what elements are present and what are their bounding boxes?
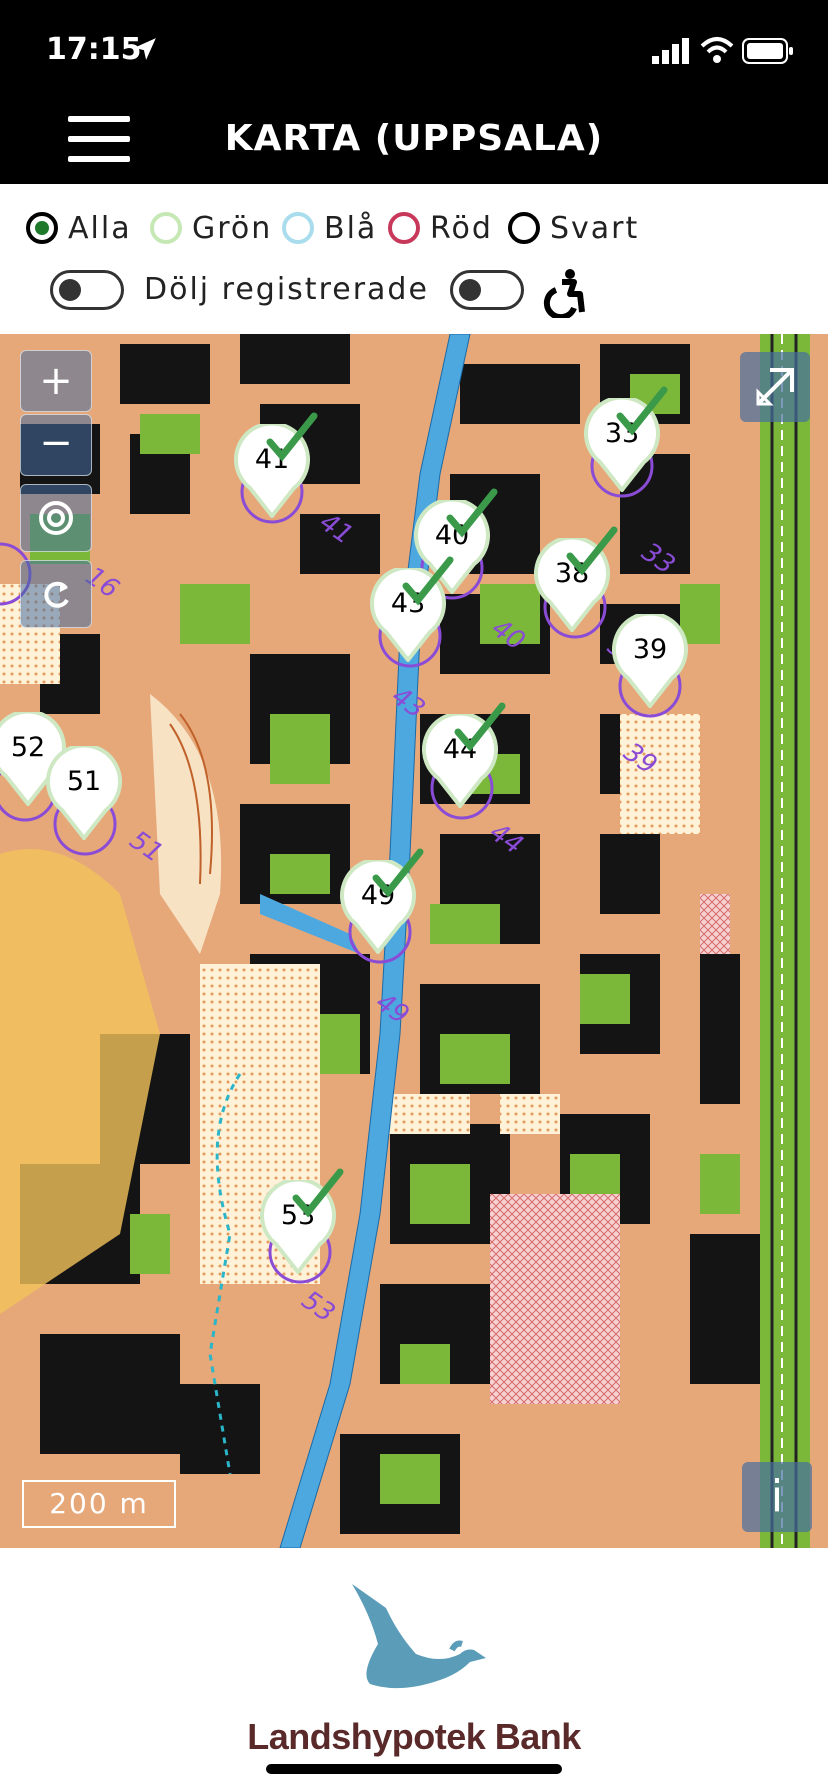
refresh-icon [44, 581, 69, 608]
control-marker[interactable]: 39 [612, 614, 688, 708]
locate-me-button[interactable] [20, 484, 92, 552]
control-number: 51 [66, 766, 102, 797]
hide-registered-label: Dölj registrerade [144, 272, 429, 307]
radio-icon[interactable] [508, 212, 540, 244]
status-bar: 17:15 [0, 0, 828, 100]
battery-icon [742, 38, 793, 64]
control-marker[interactable]: 53 [260, 1168, 344, 1274]
home-indicator[interactable] [266, 1764, 562, 1774]
location-arrow-icon [134, 38, 156, 60]
filter-rod[interactable]: Röd [388, 206, 493, 250]
checkmark-icon [446, 488, 498, 538]
checkmark-icon [616, 386, 668, 436]
sponsor-brand: Landshypotek Bank [247, 1716, 581, 1757]
control-marker[interactable]: 38 [534, 526, 618, 632]
filter-svart[interactable]: Svart [508, 206, 639, 250]
checkmark-icon [292, 1168, 344, 1218]
expand-arrow-icon [756, 368, 794, 406]
radio-icon[interactable] [388, 212, 420, 244]
zoom-in-button[interactable]: + [20, 350, 92, 412]
top-navbar: KARTA (UPPSALA) [0, 100, 828, 184]
wheelchair-icon [543, 269, 585, 318]
checkmark-icon [566, 526, 618, 576]
course-filters: Alla Grön Blå Röd Svart Dölj registrerad… [0, 184, 828, 334]
checkmark-icon [402, 556, 454, 606]
filter-label: Alla [68, 210, 132, 246]
rotate-map-button[interactable] [20, 560, 92, 628]
goose-logo-icon [352, 1584, 486, 1689]
control-marker[interactable]: 51 [46, 746, 122, 840]
hide-registered-toggle[interactable] [50, 270, 124, 310]
sponsor-footer: Landshypotek Bank [0, 1548, 828, 1792]
zoom-out-button[interactable]: − [20, 414, 92, 476]
page-title: KARTA (UPPSALA) [224, 118, 604, 159]
checkmark-icon [454, 702, 506, 752]
orienteering-map[interactable]: 41 33 40 3 43 39 44 51 49 53 16 + − [0, 334, 828, 1548]
radio-selected-icon[interactable] [26, 212, 58, 244]
filter-bla[interactable]: Blå [282, 206, 377, 250]
control-marker[interactable]: 43 [370, 556, 454, 662]
filter-label: Röd [430, 210, 493, 246]
filter-alla[interactable]: Alla [26, 206, 132, 250]
control-marker[interactable]: 33 [584, 386, 668, 492]
map-info-button[interactable]: i [742, 1462, 812, 1532]
map-scale-bar: 200 m [22, 1480, 176, 1528]
control-marker[interactable]: 44 [422, 702, 506, 808]
filter-label: Svart [550, 210, 640, 246]
control-marker[interactable]: 41 [234, 412, 318, 518]
checkmark-icon [372, 848, 424, 898]
control-marker[interactable]: 49 [340, 848, 424, 954]
control-number: 39 [632, 634, 668, 665]
checkmark-icon [266, 412, 318, 462]
filter-label: Blå [324, 210, 378, 246]
cellular-signal-icon [652, 38, 689, 64]
target-location-icon [39, 501, 73, 535]
status-time: 17:15 [46, 32, 142, 67]
accessibility-toggle[interactable] [450, 270, 524, 310]
wifi-icon [700, 37, 734, 63]
radio-icon[interactable] [150, 212, 182, 244]
radio-icon[interactable] [282, 212, 314, 244]
filter-gron[interactable]: Grön [150, 206, 272, 250]
filter-label: Grön [192, 210, 273, 246]
fullscreen-button[interactable] [740, 352, 810, 422]
